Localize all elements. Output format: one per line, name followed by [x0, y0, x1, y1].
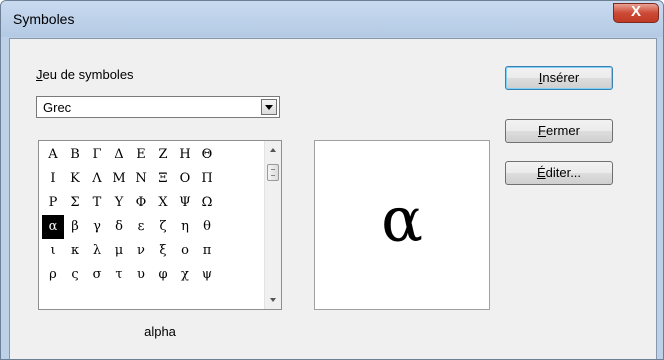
symbol-cell[interactable]: μ — [108, 239, 130, 263]
symbol-cell[interactable]: π — [196, 239, 218, 263]
symbol-cell[interactable]: Χ — [152, 191, 174, 215]
symbol-cell[interactable]: Ρ — [42, 191, 64, 215]
symbol-cell[interactable]: ο — [174, 239, 196, 263]
symbol-cell[interactable]: Κ — [64, 167, 86, 191]
symbol-cell[interactable]: Υ — [108, 191, 130, 215]
dialog-content: Jeu de symboles Grec ΑΒΓΔΕΖΗΘ ΙΚΛΜΝΞΟΠ ΡΣΤ… — [9, 38, 657, 359]
symbol-cell[interactable]: ψ — [196, 263, 218, 287]
arrow-up-icon[interactable] — [266, 142, 281, 158]
chevron-down-icon[interactable] — [261, 99, 277, 115]
symbol-cell[interactable]: θ — [196, 215, 218, 239]
symbol-preview: α — [314, 140, 490, 310]
symbol-cell[interactable]: ς — [64, 263, 86, 287]
symbol-cell[interactable]: λ — [86, 239, 108, 263]
symbol-set-select[interactable]: Grec — [36, 96, 280, 118]
symbol-cell[interactable]: Γ — [86, 143, 108, 167]
symbol-cell[interactable]: ζ — [152, 215, 174, 239]
edit-button[interactable]: Éditer... — [505, 161, 613, 185]
symbol-cell[interactable]: Ο — [174, 167, 196, 191]
insert-button[interactable]: Insérer — [505, 66, 613, 90]
symbol-cell[interactable]: Δ — [108, 143, 130, 167]
symbols-dialog: Symboles X Jeu de symboles Grec ΑΒΓΔΕΖΗΘ… — [0, 0, 664, 360]
symbol-cell[interactable]: Φ — [130, 191, 152, 215]
arrow-down-icon[interactable] — [266, 292, 281, 308]
close-button-accesskey: F — [538, 123, 546, 138]
symbol-cell[interactable]: κ — [64, 239, 86, 263]
symbol-cell[interactable]: Η — [174, 143, 196, 167]
symbol-cell[interactable]: Θ — [196, 143, 218, 167]
close-button[interactable]: Fermer — [505, 119, 613, 143]
symbol-cell[interactable]: Ω — [196, 191, 218, 215]
close-icon: X — [630, 3, 641, 20]
symbol-cell[interactable]: Μ — [108, 167, 130, 191]
symbol-cell[interactable]: Ι — [42, 167, 64, 191]
symbol-cell[interactable]: η — [174, 215, 196, 239]
title-bar: Symboles X — [1, 1, 663, 37]
preview-glyph: α — [381, 183, 423, 256]
symbol-cell[interactable]: γ — [86, 215, 108, 239]
edit-button-accesskey: É — [536, 165, 546, 180]
symbol-grid-panel: ΑΒΓΔΕΖΗΘ ΙΚΛΜΝΞΟΠ ΡΣΤΥΦΧΨΩαβγδεζηθ ικλμνξοπ… — [38, 140, 282, 310]
symbol-cell[interactable]: β — [64, 215, 86, 239]
symbol-set-label-text: eu de symboles — [42, 67, 134, 82]
symbol-grid-scrollbar[interactable] — [264, 141, 281, 309]
close-window-button[interactable]: X — [613, 3, 659, 23]
scroll-thumb[interactable] — [267, 164, 279, 181]
symbol-cell[interactable]: Ν — [130, 167, 152, 191]
symbol-cell[interactable]: Τ — [86, 191, 108, 215]
symbol-set-label: Jeu de symboles — [36, 67, 134, 82]
symbol-cell[interactable]: ρ — [42, 263, 64, 287]
symbol-cell[interactable]: Σ — [64, 191, 86, 215]
symbol-cell[interactable]: Ε — [130, 143, 152, 167]
symbol-cell[interactable]: υ — [130, 263, 152, 287]
symbol-cell[interactable]: Ψ — [174, 191, 196, 215]
symbol-set-value: Grec — [43, 100, 72, 115]
symbol-cell[interactable]: α — [42, 215, 64, 239]
edit-button-label: diter... — [545, 165, 582, 180]
symbol-cell[interactable]: Α — [42, 143, 64, 167]
symbol-cell[interactable]: Β — [64, 143, 86, 167]
symbol-cell[interactable]: τ — [108, 263, 130, 287]
symbol-cell[interactable]: ε — [130, 215, 152, 239]
symbol-cell[interactable]: σ — [86, 263, 108, 287]
symbol-cell[interactable]: δ — [108, 215, 130, 239]
insert-button-label: nsérer — [542, 70, 580, 85]
symbol-cell[interactable]: ν — [130, 239, 152, 263]
selected-character-name: alpha — [144, 324, 176, 339]
symbol-cell[interactable]: χ — [174, 263, 196, 287]
symbol-cell[interactable]: ξ — [152, 239, 174, 263]
symbol-cell[interactable]: Π — [196, 167, 218, 191]
symbol-cell[interactable]: ι — [42, 239, 64, 263]
dialog-title: Symboles — [13, 11, 75, 27]
symbol-cell[interactable]: Λ — [86, 167, 108, 191]
symbol-cell[interactable]: Ξ — [152, 167, 174, 191]
symbol-cell[interactable]: φ — [152, 263, 174, 287]
symbol-cell[interactable]: Ζ — [152, 143, 174, 167]
close-button-label: ermer — [546, 123, 580, 138]
